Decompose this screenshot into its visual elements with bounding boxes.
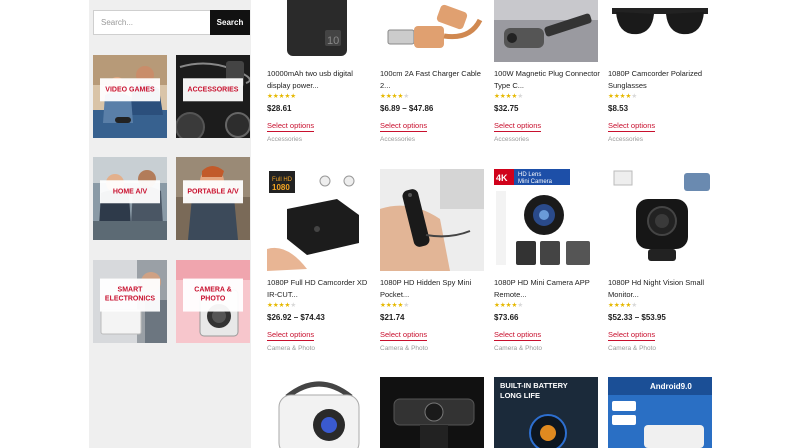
projector-icon — [267, 377, 371, 448]
category-sidebar: Search VIDEO GAMES ACCESSORIES — [89, 0, 251, 448]
category-label: HOME A/V — [100, 180, 160, 204]
product-title[interactable]: 1080P Full HD Camcorder XD IR-CUT... — [267, 277, 377, 300]
android-projector-icon: Android9.0 — [608, 377, 712, 448]
badge-text: Android9.0 — [650, 382, 692, 391]
product-image[interactable] — [494, 0, 598, 62]
rating-stars: ★★★★★ — [608, 93, 638, 100]
product-image[interactable] — [380, 169, 484, 271]
product-title[interactable]: 100W Magnetic Plug Connector Type C... — [494, 68, 604, 91]
product-image[interactable] — [380, 0, 484, 62]
category-tile-video-games[interactable]: VIDEO GAMES — [93, 55, 167, 138]
category-label: ACCESSORIES — [183, 78, 243, 102]
sunglasses-icon — [608, 0, 712, 62]
product-category[interactable]: Accessories — [267, 136, 302, 143]
rating-stars: ★★★★★ — [380, 302, 410, 309]
battery-camera-icon: BUILT-IN BATTERY LONG LIFE — [494, 377, 598, 448]
svg-text:10: 10 — [327, 35, 339, 47]
category-tile-accessories[interactable]: ACCESSORIES — [176, 55, 250, 138]
select-options-link[interactable]: Select options — [608, 121, 656, 132]
category-tile-portable-av[interactable]: PORTABLE A/V — [176, 157, 250, 240]
product-price: $28.61 — [267, 104, 292, 113]
product-category[interactable]: Accessories — [608, 136, 643, 143]
product-price: $32.75 — [494, 104, 519, 113]
rating-stars: ★★★★★ — [494, 302, 524, 309]
webcam-icon — [380, 377, 484, 448]
category-label: VIDEO GAMES — [100, 78, 160, 102]
magnetic-plug-icon — [494, 0, 598, 62]
category-label: SMART ELECTRONICS — [100, 278, 160, 312]
rating-stars: ★★★★★ — [380, 93, 410, 100]
search-form: Search — [93, 10, 250, 35]
product-image[interactable]: BUILT-IN BATTERY LONG LIFE — [494, 377, 598, 448]
product-category[interactable]: Camera & Photo — [380, 345, 428, 352]
category-label: CAMERA & PHOTO — [183, 278, 243, 312]
mini-camera-app-icon: 4K HD Lens Mini Camera — [494, 169, 598, 271]
category-tile-smart-electronics[interactable]: SMART ELECTRONICS — [93, 260, 167, 343]
product-title[interactable]: 1080P Hd Night Vision Small Monitor... — [608, 277, 718, 300]
select-options-link[interactable]: Select options — [494, 330, 542, 341]
category-tile-home-av[interactable]: HOME A/V — [93, 157, 167, 240]
svg-text:4K: 4K — [496, 173, 508, 183]
product-image[interactable]: Android9.0 — [608, 377, 712, 448]
usb-cable-icon — [380, 0, 484, 62]
product-title[interactable]: 10000mAh two usb digital display power..… — [267, 68, 377, 91]
product-price: $73.66 — [494, 313, 519, 322]
rating-stars: ★★★★★ — [608, 302, 638, 309]
category-tile-camera-photo[interactable]: CAMERA & PHOTO — [176, 260, 250, 343]
search-button[interactable]: Search — [210, 10, 250, 35]
select-options-link[interactable]: Select options — [380, 330, 428, 341]
product-image[interactable] — [608, 0, 712, 62]
product-image[interactable] — [608, 169, 712, 271]
product-title[interactable]: 1080P HD Hidden Spy Mini Pocket... — [380, 277, 490, 300]
search-input[interactable] — [93, 10, 210, 35]
product-category[interactable]: Camera & Photo — [267, 345, 315, 352]
category-label: PORTABLE A/V — [183, 180, 243, 204]
select-options-link[interactable]: Select options — [267, 121, 315, 132]
select-options-link[interactable]: Select options — [608, 330, 656, 341]
product-image[interactable]: 4K HD Lens Mini Camera — [494, 169, 598, 271]
product-image[interactable] — [267, 377, 371, 448]
product-title[interactable]: 100cm 2A Fast Charger Cable 2... — [380, 68, 490, 91]
product-image[interactable]: Full HD 1080 — [267, 169, 371, 271]
product-price: $21.74 — [380, 313, 405, 322]
product-price: $6.89 – $47.86 — [380, 104, 434, 113]
product-category[interactable]: Camera & Photo — [608, 345, 656, 352]
product-title[interactable]: 1080P Camcorder Polarized Sunglasses — [608, 68, 718, 91]
product-price: $26.92 – $74.43 — [267, 313, 325, 322]
night-vision-camera-icon — [608, 169, 712, 271]
svg-text:Mini Camera: Mini Camera — [518, 179, 553, 185]
pocket-camera-icon — [380, 169, 484, 271]
product-image[interactable]: 10 — [267, 0, 371, 62]
power-bank-icon: 10 — [267, 0, 371, 62]
product-price: $52.33 – $53.95 — [608, 313, 666, 322]
svg-text:1080: 1080 — [272, 183, 290, 192]
product-price: $8.53 — [608, 104, 629, 113]
rating-stars: ★★★★★ — [494, 93, 524, 100]
badge-text: BUILT-IN BATTERY — [500, 381, 568, 390]
mini-camcorder-icon: Full HD 1080 — [267, 169, 371, 271]
product-image[interactable] — [380, 377, 484, 448]
select-options-link[interactable]: Select options — [380, 121, 428, 132]
select-options-link[interactable]: Select options — [267, 330, 315, 341]
product-category[interactable]: Accessories — [494, 136, 529, 143]
select-options-link[interactable]: Select options — [494, 121, 542, 132]
product-category[interactable]: Camera & Photo — [494, 345, 542, 352]
rating-stars: ★★★★★ — [267, 302, 297, 309]
svg-text:LONG LIFE: LONG LIFE — [500, 391, 540, 400]
product-category[interactable]: Accessories — [380, 136, 415, 143]
svg-text:HD Lens: HD Lens — [518, 172, 541, 178]
product-title[interactable]: 1080P HD Mini Camera APP Remote... — [494, 277, 604, 300]
rating-stars: ★★★★★ — [267, 93, 297, 100]
